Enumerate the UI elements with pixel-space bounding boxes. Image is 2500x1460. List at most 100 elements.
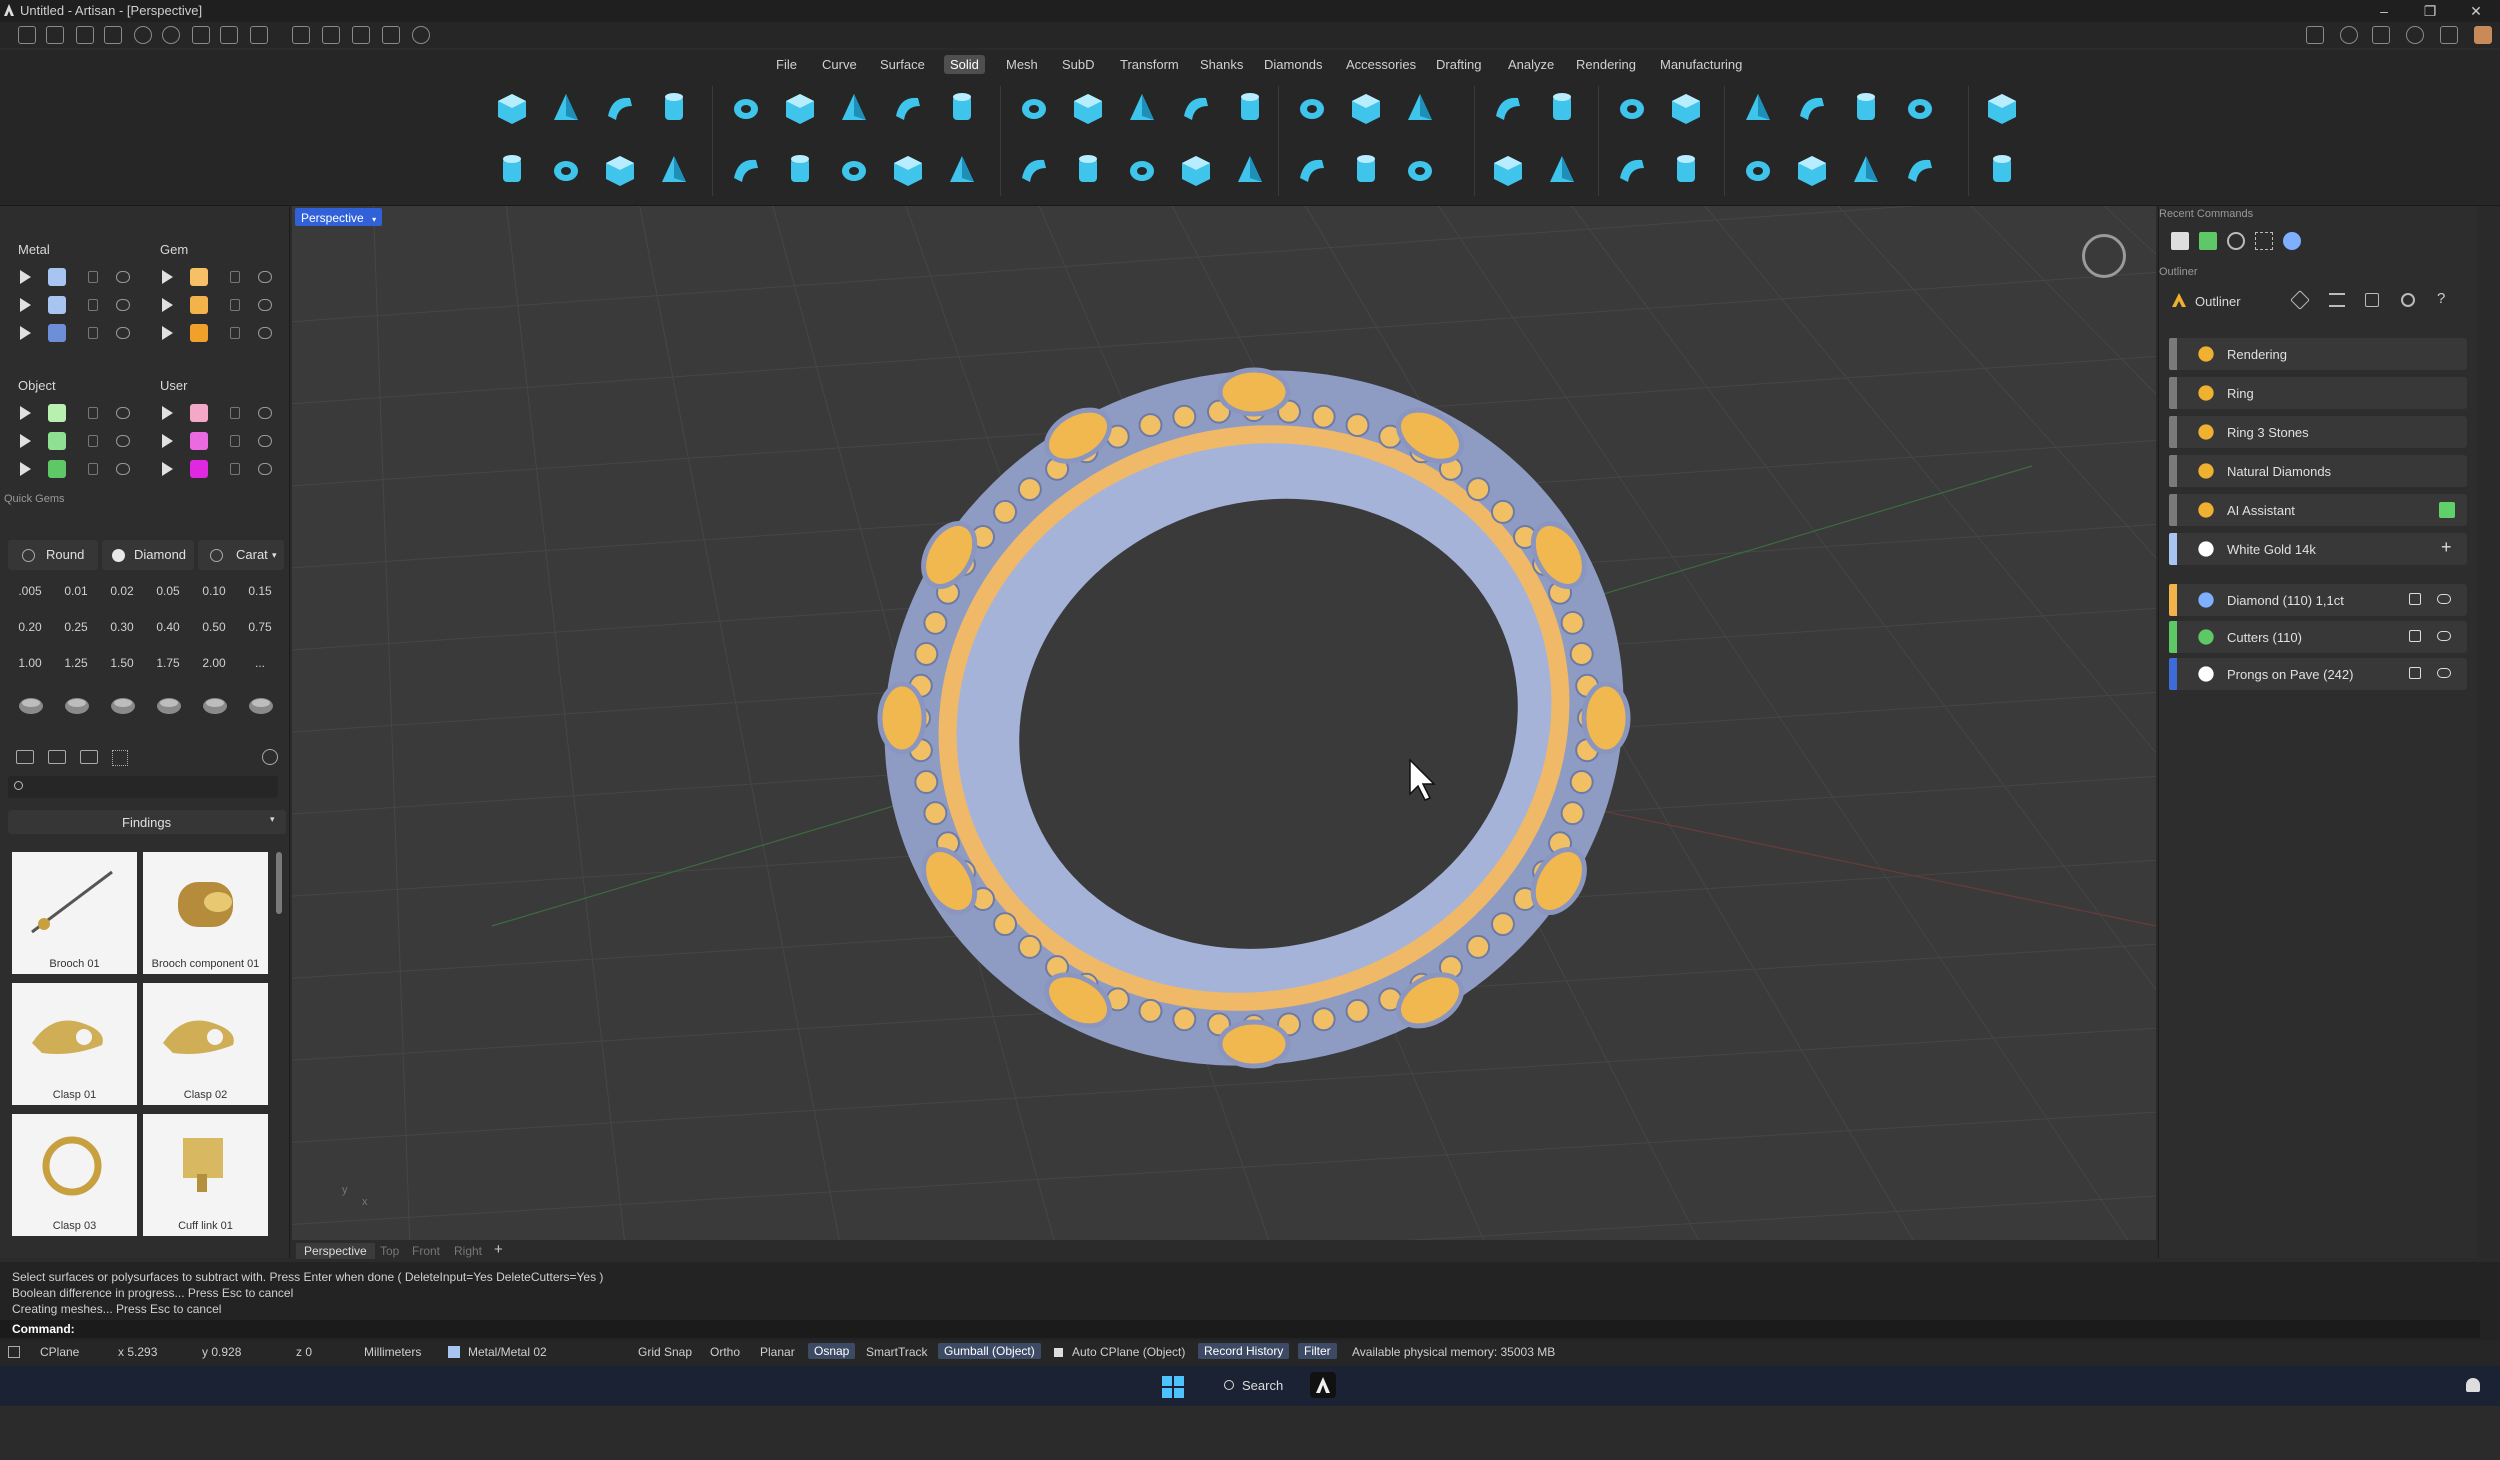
play-icon[interactable] [162,298,173,312]
library-search-box[interactable] [8,776,278,798]
shell-tool-button[interactable] [1120,86,1164,130]
lock-icon[interactable] [88,271,98,283]
outliner-item[interactable]: Rendering [2169,338,2467,370]
finding-thumbnail[interactable]: Brooch 01 [12,852,137,974]
carat-option[interactable]: 0.30 [100,612,144,642]
import-image-icon[interactable] [80,750,98,764]
object-layer-row[interactable] [8,400,138,426]
user-layer-color[interactable] [190,460,208,478]
eye-icon[interactable] [2437,631,2451,641]
record-history-toggle[interactable]: Record History [1198,1343,1290,1359]
eye-icon[interactable] [258,435,272,447]
eye-icon[interactable] [258,271,272,283]
recent-command-undo-icon[interactable] [2227,232,2245,250]
link-icon[interactable] [2440,26,2458,44]
princess-cut-icon[interactable] [106,690,140,720]
command-input-row[interactable]: Command: [0,1320,2480,1338]
play-icon[interactable] [162,462,173,476]
metal-layer-color[interactable] [48,296,66,314]
sphere-tool-button[interactable] [1980,148,2024,192]
tab-right[interactable]: Right [446,1243,490,1259]
lock-icon[interactable] [88,407,98,419]
lock-icon[interactable] [88,327,98,339]
new-template-icon[interactable] [46,26,64,44]
lock-icon[interactable] [230,271,240,283]
torus-tool-button[interactable] [598,148,642,192]
edit-icon[interactable] [2409,593,2421,605]
layer-solid-tool-button[interactable] [1290,148,1334,192]
taskbar-search[interactable]: Search [1212,1373,1302,1399]
menu-file[interactable]: File [770,55,803,74]
library-scrollbar[interactable] [276,852,282,914]
menu-diamonds[interactable]: Diamonds [1258,55,1329,74]
new-file-icon[interactable] [18,26,36,44]
pipette-icon[interactable] [2290,290,2310,310]
carat-option[interactable]: 1.75 [146,648,190,678]
export-icon[interactable] [292,26,310,44]
object-layer-color[interactable] [48,404,66,422]
eye-icon[interactable] [2437,668,2451,678]
mesh-to-solid-tool-button[interactable] [1228,148,1272,192]
eye-icon[interactable] [116,327,130,339]
cut-plane-tool-button[interactable] [1228,86,1272,130]
offset-surface-tool-button[interactable] [1012,86,1056,130]
eye-icon[interactable] [258,463,272,475]
auto-cplane-toggle[interactable]: Auto CPlane (Object) [1072,1345,1185,1359]
user-layer-color[interactable] [190,432,208,450]
outliner-item[interactable]: AI Assistant [2169,494,2467,526]
outliner-item[interactable]: Cutters (110) [2169,621,2467,653]
recent-command-boolean-icon[interactable] [2283,232,2301,250]
lock-icon[interactable] [88,435,98,447]
menu-transform[interactable]: Transform [1114,55,1185,74]
open-file-icon[interactable] [76,26,94,44]
carat-option[interactable]: 0.10 [192,576,236,606]
play-icon[interactable] [162,406,173,420]
extrude-face-tool-button[interactable] [1736,86,1780,130]
revolve-tool-button[interactable] [940,86,984,130]
menu-shanks[interactable]: Shanks [1194,55,1249,74]
carat-option[interactable]: 1.50 [100,648,144,678]
edit-icon[interactable] [2365,293,2379,307]
add-icon[interactable]: + [2441,537,2452,558]
lock-icon[interactable] [88,463,98,475]
outliner-item[interactable]: Diamond (110) 1,1ct [2169,584,2467,616]
loft-tool-button[interactable] [886,148,930,192]
boolean-intersection-tool-button[interactable] [1540,148,1584,192]
carat-option[interactable]: 0.05 [146,576,190,606]
add-folder-icon[interactable] [16,750,34,764]
eye-icon[interactable] [258,299,272,311]
check-solid-tool-button[interactable] [1664,148,1708,192]
maximize-button[interactable]: ❐ [2410,0,2450,22]
carat-option[interactable]: 0.50 [192,612,236,642]
gem-layer-color[interactable] [190,296,208,314]
tab-perspective[interactable]: Perspective [296,1243,375,1259]
finding-thumbnail[interactable]: Clasp 01 [12,983,137,1105]
eye-icon[interactable] [116,435,130,447]
user-layer-color[interactable] [190,404,208,422]
play-icon[interactable] [20,270,31,284]
pyramid-tool-button[interactable] [544,148,588,192]
eye-icon[interactable] [116,463,130,475]
solid-tools-tool-button[interactable] [1898,148,1942,192]
info-icon[interactable] [2340,26,2358,44]
gem-layer-row[interactable] [150,264,280,290]
carat-option[interactable]: 2.00 [192,648,236,678]
gem-layer-row[interactable] [150,320,280,346]
minimize-button[interactable]: – [2364,0,2404,22]
carat-option[interactable]: 0.15 [238,576,282,606]
finding-thumbnail[interactable]: Clasp 03 [12,1114,137,1236]
menu-drafting[interactable]: Drafting [1430,55,1488,74]
import-icon[interactable] [250,26,268,44]
help-icon[interactable] [2406,26,2424,44]
outliner-item[interactable]: White Gold 14k + [2169,533,2467,565]
eye-icon[interactable] [116,407,130,419]
tube-tool-button[interactable] [652,86,696,130]
play-icon[interactable] [162,270,173,284]
gem-layer-row[interactable] [150,292,280,318]
menu-rendering[interactable]: Rendering [1570,55,1642,74]
recent-command-blend-icon[interactable] [2171,232,2189,250]
open-folder-icon[interactable] [104,26,122,44]
carat-option[interactable]: 0.75 [238,612,282,642]
cut-solid-tool-button[interactable] [1344,148,1388,192]
library-search-input[interactable] [32,778,262,796]
